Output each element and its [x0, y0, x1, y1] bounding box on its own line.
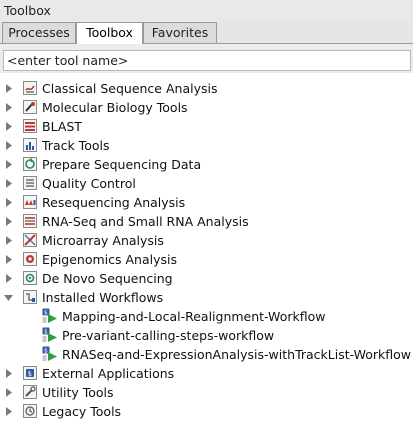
- tree-item-installed-workflows[interactable]: Installed Workflows: [0, 288, 413, 307]
- workflow-icon: $: [42, 327, 58, 343]
- workflow-item-label: Pre-variant-calling-steps-workflow: [62, 328, 275, 343]
- tab-processes[interactable]: Processes: [2, 22, 76, 43]
- external-apps-icon: $: [23, 366, 37, 380]
- expand-arrow-icon[interactable]: [5, 136, 15, 155]
- de-novo-icon: [23, 271, 37, 285]
- tree-item-classical-sequence-analysis[interactable]: Classical Sequence Analysis: [0, 79, 413, 98]
- workflow-icon: $: [42, 308, 58, 324]
- expand-arrow-icon[interactable]: [5, 402, 15, 421]
- tree-item-resequencing-analysis[interactable]: Resequencing Analysis: [0, 193, 413, 212]
- expand-arrow-icon[interactable]: [5, 155, 15, 174]
- legacy-tools-icon: [23, 404, 37, 418]
- svg-text:$: $: [44, 329, 48, 336]
- tree-item-label: Classical Sequence Analysis: [42, 81, 218, 96]
- tree-item-label: Legacy Tools: [42, 404, 122, 419]
- expand-arrow-icon[interactable]: [5, 79, 15, 98]
- quality-control-icon: [23, 176, 37, 190]
- tree-item-label: De Novo Sequencing: [42, 271, 173, 286]
- workflow-item-label: RNASeq-and-ExpressionAnalysis-withTrackL…: [62, 347, 412, 362]
- tree-item-label: Prepare Sequencing Data: [42, 157, 202, 172]
- tree-item-external-applications[interactable]: $ External Applications: [0, 364, 413, 383]
- tree-item-legacy-tools[interactable]: Legacy Tools: [0, 402, 413, 421]
- molecular-biology-icon: [23, 100, 37, 114]
- track-tools-icon: [23, 138, 37, 152]
- utility-tools-icon: [23, 385, 37, 399]
- workflow-item-mapping-local-realignment[interactable]: $ Mapping-and-Local-Realignment-Workflow: [0, 307, 413, 326]
- epigenomics-icon: [23, 252, 37, 266]
- tree-item-utility-tools[interactable]: Utility Tools: [0, 383, 413, 402]
- expand-arrow-icon[interactable]: [5, 212, 15, 231]
- toolbox-tree: Classical Sequence Analysis Molecular Bi…: [0, 73, 413, 432]
- tree-item-prepare-sequencing-data[interactable]: Prepare Sequencing Data: [0, 155, 413, 174]
- resequencing-icon: [23, 195, 37, 209]
- tab-bar: Processes Toolbox Favorites: [0, 22, 413, 44]
- tree-item-label: Epigenomics Analysis: [42, 252, 178, 267]
- tree-item-label: Molecular Biology Tools: [42, 100, 188, 115]
- tree-item-label: Installed Workflows: [42, 290, 164, 305]
- tree-item-rna-seq-analysis[interactable]: RNA-Seq and Small RNA Analysis: [0, 212, 413, 231]
- expand-arrow-icon[interactable]: [5, 364, 15, 383]
- expand-arrow-icon[interactable]: [5, 269, 15, 288]
- collapse-arrow-icon[interactable]: [4, 288, 14, 307]
- expand-arrow-icon[interactable]: [5, 231, 15, 250]
- expand-arrow-icon[interactable]: [5, 98, 15, 117]
- blast-icon: [23, 119, 37, 133]
- prepare-data-icon: [23, 157, 37, 171]
- workflows-folder-icon: [23, 290, 37, 304]
- tree-item-label: Microarray Analysis: [42, 233, 164, 248]
- expand-arrow-icon[interactable]: [5, 383, 15, 402]
- svg-text:$: $: [44, 310, 48, 317]
- microarray-icon: [23, 233, 37, 247]
- tree-item-blast[interactable]: BLAST: [0, 117, 413, 136]
- svg-text:$: $: [28, 370, 32, 378]
- workflow-icon: $: [42, 346, 58, 362]
- tree-item-quality-control[interactable]: Quality Control: [0, 174, 413, 193]
- workflow-item-label: Mapping-and-Local-Realignment-Workflow: [62, 309, 326, 324]
- tool-search-input[interactable]: [3, 50, 411, 71]
- workflow-item-pre-variant-calling[interactable]: $ Pre-variant-calling-steps-workflow: [0, 326, 413, 345]
- tree-item-de-novo-sequencing[interactable]: De Novo Sequencing: [0, 269, 413, 288]
- svg-text:$: $: [44, 348, 48, 355]
- tree-item-label: Quality Control: [42, 176, 136, 191]
- expand-arrow-icon[interactable]: [5, 174, 15, 193]
- search-bar: [0, 50, 413, 72]
- classical-sequence-icon: [23, 81, 37, 95]
- tree-item-label: BLAST: [42, 119, 82, 134]
- tree-item-label: RNA-Seq and Small RNA Analysis: [42, 214, 249, 229]
- tree-item-track-tools[interactable]: Track Tools: [0, 136, 413, 155]
- tree-item-epigenomics-analysis[interactable]: Epigenomics Analysis: [0, 250, 413, 269]
- tree-item-label: Track Tools: [42, 138, 110, 153]
- workflow-item-rnaseq-expression-analysis[interactable]: $ RNASeq-and-ExpressionAnalysis-withTrac…: [0, 345, 413, 364]
- tree-item-microarray-analysis[interactable]: Microarray Analysis: [0, 231, 413, 250]
- tree-item-label: Utility Tools: [42, 385, 114, 400]
- expand-arrow-icon[interactable]: [5, 193, 15, 212]
- rna-seq-icon: [23, 214, 37, 228]
- expand-arrow-icon[interactable]: [5, 117, 15, 136]
- tree-item-molecular-biology-tools[interactable]: Molecular Biology Tools: [0, 98, 413, 117]
- panel-title: Toolbox: [0, 0, 413, 22]
- expand-arrow-icon[interactable]: [5, 250, 15, 269]
- tab-toolbox[interactable]: Toolbox: [76, 22, 143, 44]
- tab-favorites[interactable]: Favorites: [143, 22, 217, 43]
- tree-item-label: External Applications: [42, 366, 175, 381]
- tree-item-label: Resequencing Analysis: [42, 195, 186, 210]
